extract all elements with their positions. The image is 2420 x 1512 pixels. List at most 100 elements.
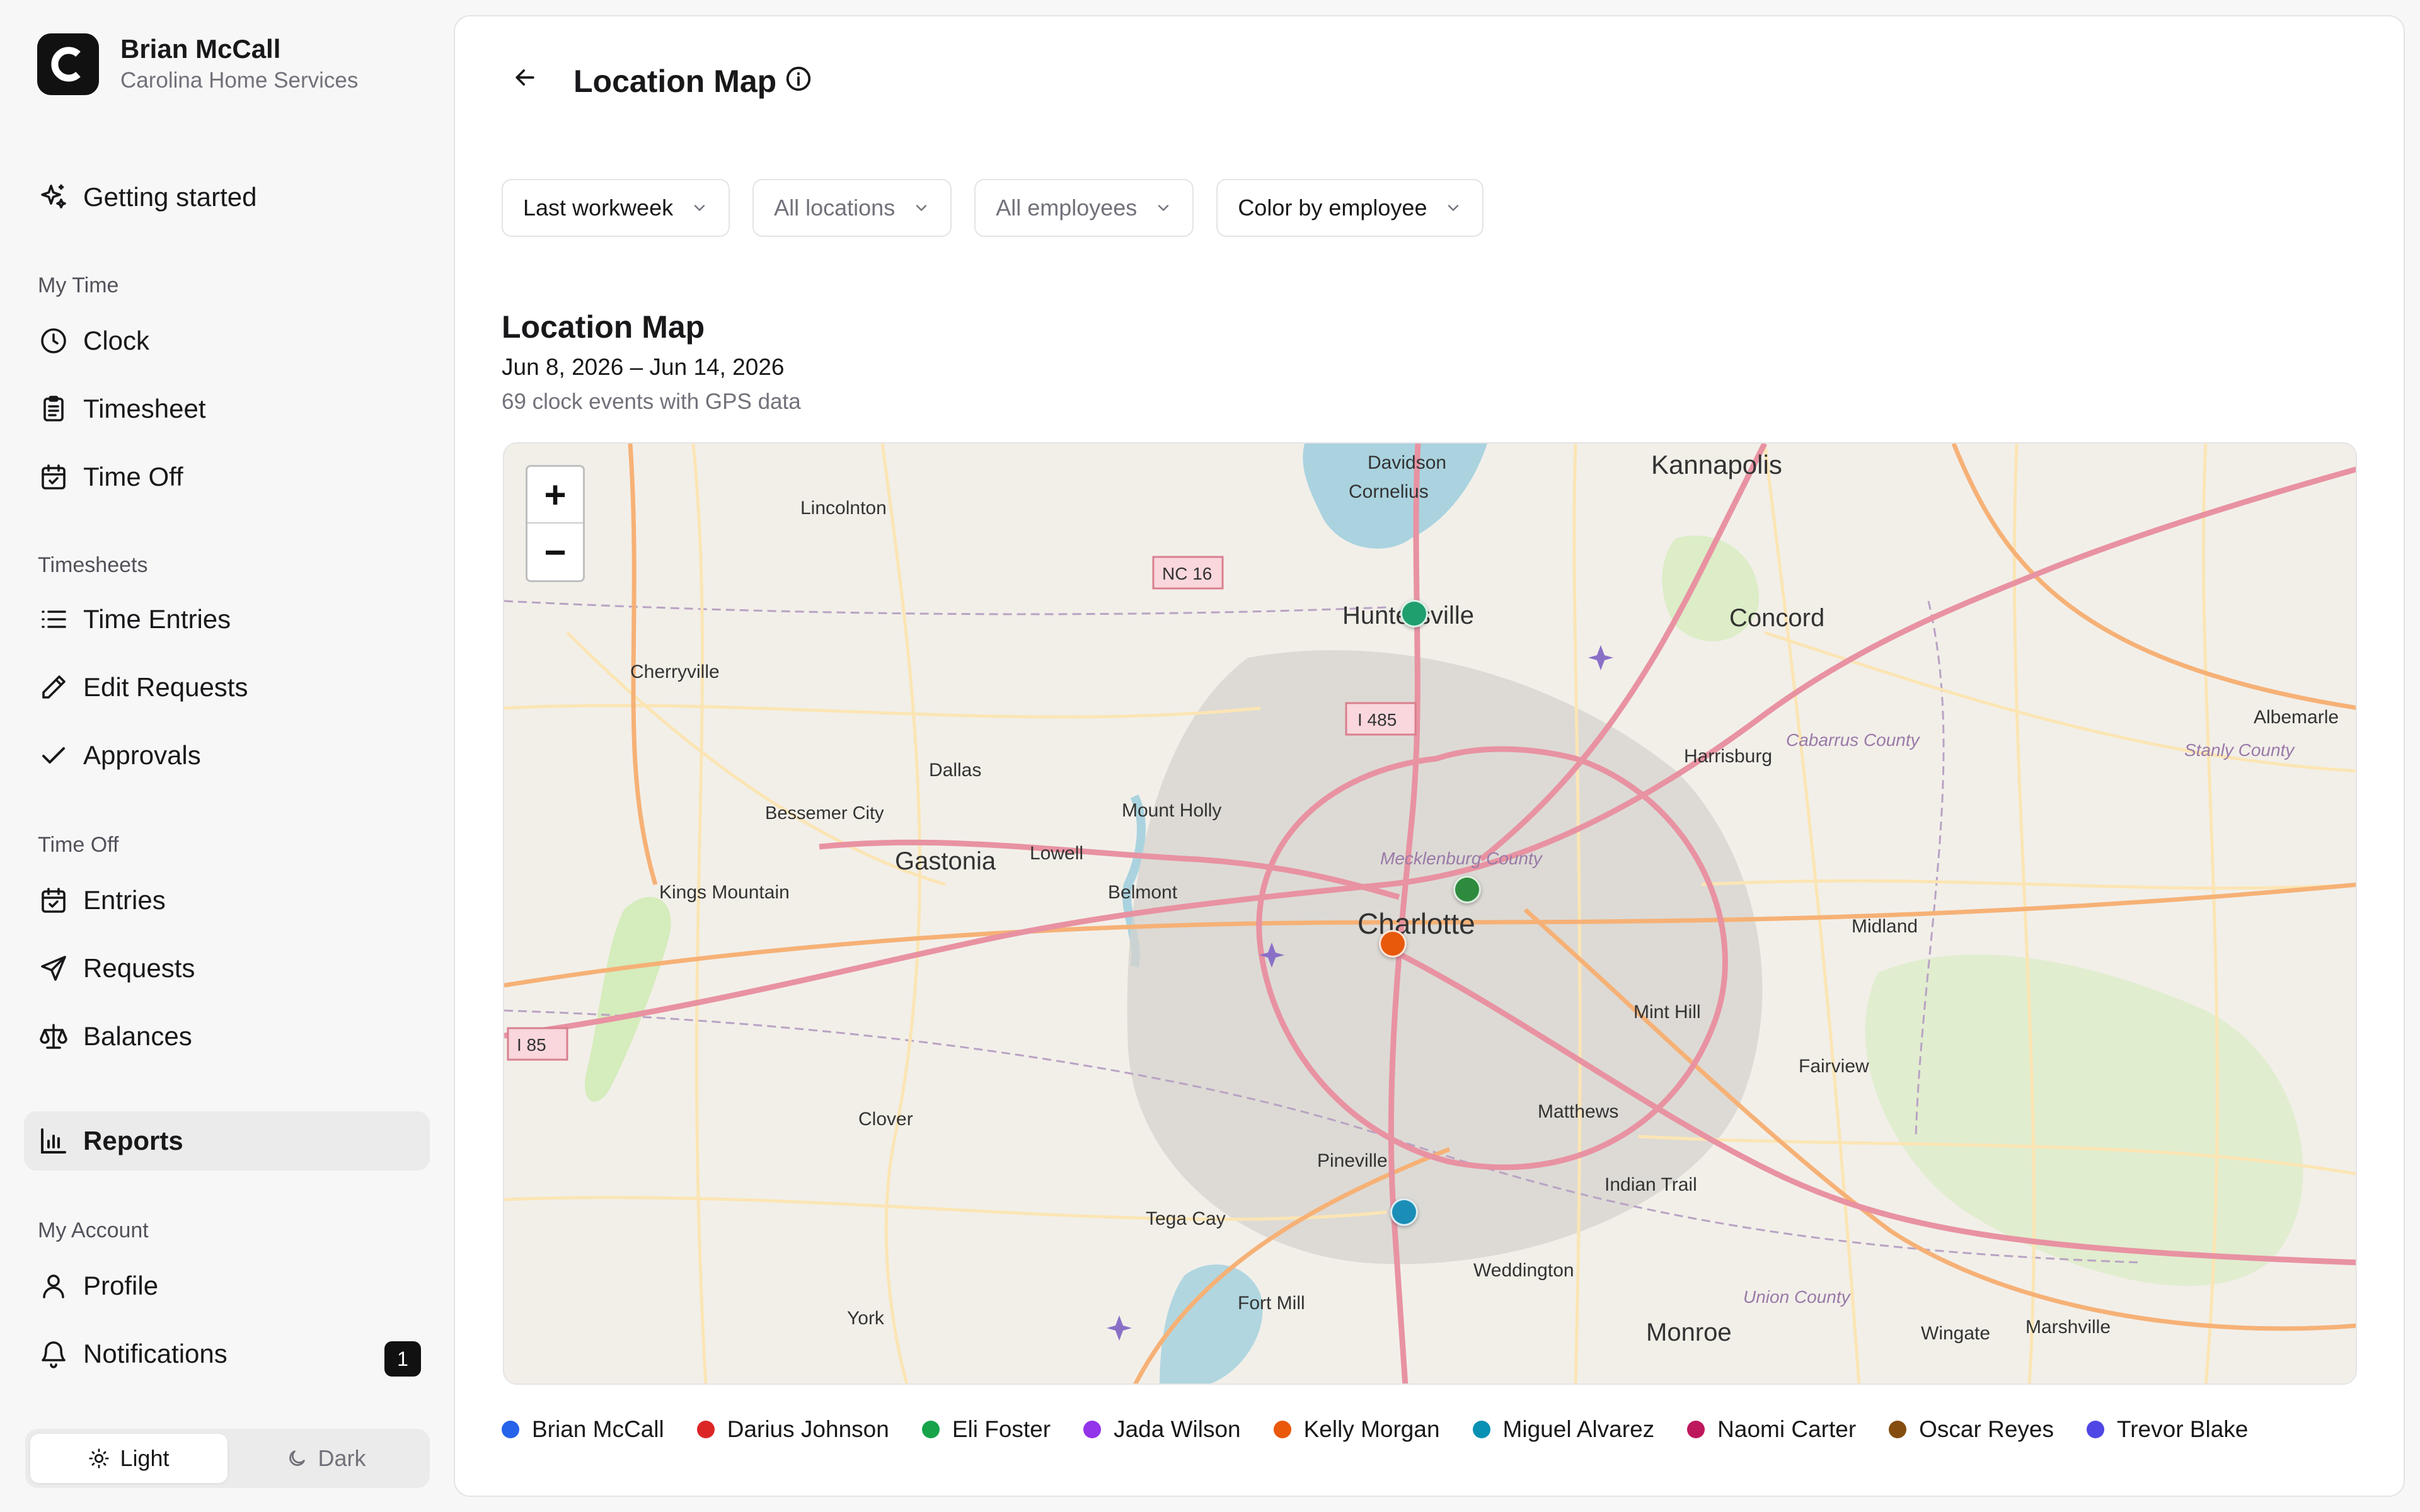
section-my-account: My Account [38,1218,149,1242]
map-label-tega-cay: Tega Cay [1146,1208,1226,1229]
legend-swatch [502,1421,519,1438]
theme-dark-button[interactable]: Dark [228,1434,425,1483]
nav-time-off[interactable]: Time Off [24,447,430,507]
map-label-mint-hill: Mint Hill [1634,1002,1701,1022]
map-label-midland: Midland [1852,916,1918,937]
nav-label: Time Off [83,462,183,491]
legend-label: Oscar Reyes [1919,1416,2054,1442]
map-label-harrisburg: Harrisburg [1684,746,1772,767]
map-label-union: Union County [1743,1287,1852,1307]
legend-label: Jada Wilson [1114,1416,1241,1442]
legend-swatch [1687,1421,1705,1438]
nav-notifications[interactable]: Notifications 1 [24,1324,430,1383]
check-icon [38,740,69,771]
sparkles-icon [38,181,69,213]
employees-value: All employees [996,195,1138,220]
scale-icon [38,1021,69,1052]
legend-item: Kelly Morgan [1273,1416,1440,1443]
page-title: Location Map [573,64,777,99]
map-label-kannapolis: Kannapolis [1651,450,1782,479]
map-label-cabarrus: Cabarrus County [1786,730,1921,750]
nav-approvals[interactable]: Approvals [24,726,430,785]
theme-light-button[interactable]: Light [30,1434,228,1483]
color-by-select[interactable]: Color by employee [1216,179,1484,237]
moon-icon [289,1450,306,1466]
legend-item: Eli Foster [921,1416,1051,1443]
nav-time-off-balances[interactable]: Balances [24,1007,430,1066]
nav-clock[interactable]: Clock [24,311,430,370]
location-map[interactable]: Davidson Cornelius Kannapolis Lincolnton… [503,442,2357,1385]
legend-label: Eli Foster [952,1416,1051,1442]
map-pin-0[interactable] [1400,600,1428,627]
map-label-stanly: Stanly County [2184,740,2295,760]
account-switcher[interactable]: Brian McCall Carolina Home Services [37,33,358,96]
nav-getting-started[interactable]: Getting started [24,168,430,227]
user-icon [38,1270,69,1302]
nav-label: Getting started [83,182,257,212]
map-label-i485: I 485 [1357,710,1397,730]
map-label-kings-mountain: Kings Mountain [659,882,790,903]
period-value: Last workweek [523,195,674,220]
map-label-cornelius: Cornelius [1349,481,1429,502]
theme-light-label: Light [120,1445,170,1471]
nav-label: Clock [83,326,150,355]
nav-profile[interactable]: Profile [24,1256,430,1315]
map-label-fort-mill: Fort Mill [1238,1293,1305,1314]
employees-select[interactable]: All employees [974,179,1194,237]
map-label-nc16: NC 16 [1162,564,1212,583]
send-icon [38,953,69,984]
legend-swatch [1083,1421,1102,1438]
section-my-time: My Time [38,273,119,297]
chevron-down-icon [1158,205,1169,212]
locations-select[interactable]: All locations [752,179,952,237]
legend-label: Naomi Carter [1717,1416,1857,1442]
nav-reports[interactable]: Reports [24,1111,430,1171]
calendar-check-icon [38,885,69,916]
legend-item: Naomi Carter [1687,1416,1856,1443]
clock-icon [38,325,69,357]
nav-label: Balances [83,1021,192,1051]
nav-label: Profile [83,1271,159,1300]
map-pin-1[interactable] [1453,876,1481,903]
nav-time-off-entries[interactable]: Entries [24,871,430,930]
info-button[interactable] [776,57,821,101]
section-timesheets: Timesheets [38,553,148,577]
legend-label: Trevor Blake [2117,1416,2249,1442]
zoom-in-button[interactable]: + [527,467,583,524]
calendar-check-icon [38,461,69,493]
pencil-icon [38,672,69,703]
period-select[interactable]: Last workweek [502,179,730,237]
nav-edit-requests[interactable]: Edit Requests [24,658,430,717]
nav-label: Time Entries [83,604,231,634]
back-button[interactable] [503,55,547,100]
map-pin-3[interactable] [1390,1198,1418,1226]
sun-icon [89,1448,110,1469]
map-label-belmont: Belmont [1108,882,1178,903]
map-label-pineville: Pineville [1317,1150,1388,1171]
section-time-off: Time Off [38,833,119,857]
bar-chart-icon [38,1125,69,1157]
map-label-weddington: Weddington [1473,1260,1574,1281]
chevron-down-icon [1448,205,1459,212]
nav-label: Requests [83,953,195,983]
map-label-albemarle: Albemarle [2254,707,2339,728]
bell-icon [38,1338,69,1370]
nav-label: Approvals [83,740,201,770]
company-logo [37,33,99,95]
map-tiles: Davidson Cornelius Kannapolis Lincolnton… [504,444,2356,1383]
nav-label: Edit Requests [83,672,248,702]
legend-swatch [1273,1421,1291,1438]
zoom-out-button[interactable]: − [527,524,583,580]
map-label-fairview: Fairview [1799,1056,1869,1077]
nav-time-off-requests[interactable]: Requests [24,939,430,998]
map-label-lincolnton: Lincolnton [800,498,887,518]
nav-timesheet[interactable]: Timesheet [24,379,430,438]
legend-swatch [696,1421,715,1438]
map-label-dallas: Dallas [929,760,981,781]
nav-time-entries[interactable]: Time Entries [24,590,430,649]
map-label-mecklenburg: Mecklenburg County [1380,849,1543,868]
chevron-down-icon [694,205,705,212]
map-pin-2[interactable] [1379,930,1407,958]
map-label-mount-holly: Mount Holly [1122,800,1221,821]
legend-item: Jada Wilson [1083,1416,1241,1443]
